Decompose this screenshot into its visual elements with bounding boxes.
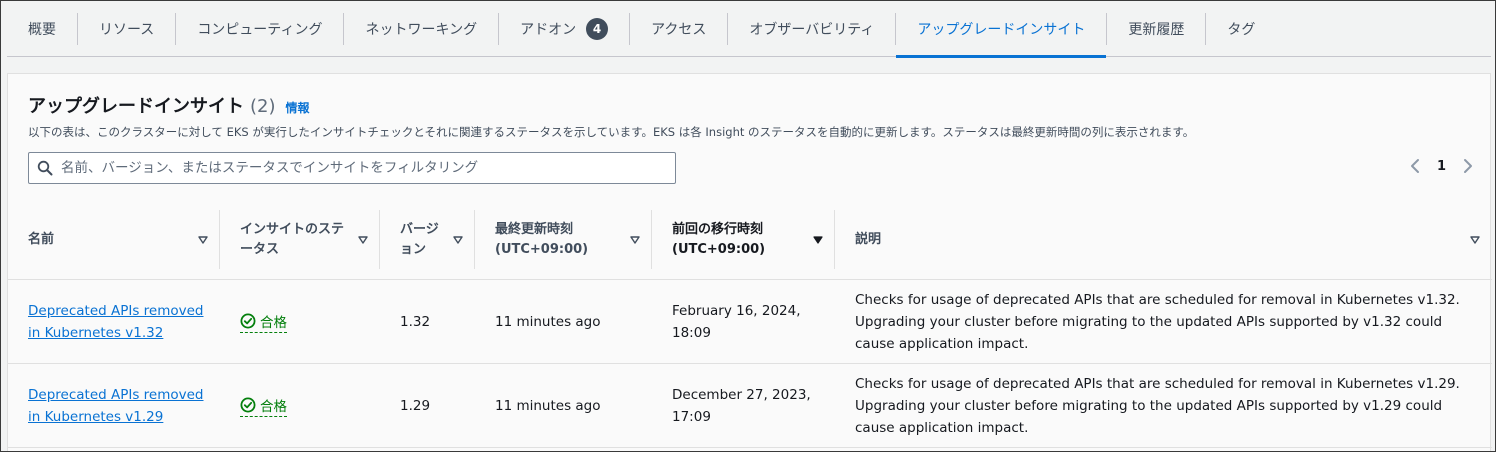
status-indicator[interactable]: 合格	[240, 311, 287, 333]
tab-tags[interactable]: タグ	[1206, 1, 1276, 57]
tab-label: ネットワーキング	[365, 21, 478, 38]
cell-last-updated: 11 minutes ago	[495, 313, 601, 330]
column-label: 前回の移行時刻 (UTC+09:00)	[672, 221, 766, 257]
cell-description: Checks for usage of deprecated APIs that…	[855, 375, 1460, 436]
tab-addons[interactable]: アドオン 4	[499, 1, 629, 57]
cell-name: Deprecated APIs removed in Kubernetes v1…	[8, 364, 220, 447]
tab-label: 更新履歴	[1128, 21, 1185, 38]
app-frame: 概要 リソース コンピューティング ネットワーキング アドオン 4 アクセス オブ…	[0, 0, 1496, 452]
insight-name-link[interactable]: Deprecated APIs removed in Kubernetes v1…	[28, 300, 208, 344]
cell-version: 1.32	[400, 313, 431, 330]
insights-table: 名前 インサイトのステータス バージョン 最終更新時刻 (UTC+09:00)	[8, 200, 1492, 448]
page-number[interactable]: 1	[1437, 159, 1446, 174]
cell-name: Deprecated APIs removed in Kubernetes v1…	[8, 280, 220, 363]
panel-title: アップグレードインサイト	[28, 96, 244, 117]
status-label: 合格	[260, 398, 287, 415]
pagination: 1	[1409, 158, 1474, 174]
status-indicator[interactable]: 合格	[240, 395, 287, 417]
insight-count: (2)	[250, 96, 276, 117]
tab-label: タグ	[1227, 21, 1256, 38]
tab-bar: 概要 リソース コンピューティング ネットワーキング アドオン 4 アクセス オブ…	[7, 1, 1491, 58]
info-link[interactable]: 情報	[286, 99, 310, 116]
check-circle-icon	[240, 397, 256, 412]
column-label: 名前	[28, 231, 55, 247]
addons-count-badge: 4	[586, 17, 609, 40]
tab-label: アドオン	[520, 21, 577, 38]
title-row: アップグレードインサイト (2) 情報	[28, 92, 1470, 118]
tab-label: コンピューティング	[197, 21, 323, 38]
tab-update-history[interactable]: 更新履歴	[1107, 1, 1205, 57]
sort-caret-icon	[358, 235, 368, 244]
tab-resources[interactable]: リソース	[78, 1, 175, 57]
status-label: 合格	[260, 314, 287, 331]
search-icon	[37, 160, 53, 176]
column-header-last-updated[interactable]: 最終更新時刻 (UTC+09:00)	[475, 200, 652, 279]
cell-status: 合格	[220, 364, 380, 447]
column-header-name[interactable]: 名前	[8, 200, 220, 279]
tab-label: リソース	[99, 21, 155, 38]
upgrade-insights-panel: アップグレードインサイト (2) 情報 以下の表は、このクラスターに対して EK…	[7, 73, 1492, 451]
column-header-last-transition[interactable]: 前回の移行時刻 (UTC+09:00)	[652, 200, 835, 279]
column-label: 最終更新時刻 (UTC+09:00)	[495, 221, 589, 257]
table-row: Deprecated APIs removed in Kubernetes v1…	[8, 364, 1492, 448]
tab-label: オブザーバビリティ	[749, 21, 875, 38]
sort-caret-icon	[1470, 235, 1480, 244]
column-label: 説明	[855, 231, 882, 247]
chevron-left-icon[interactable]	[1409, 158, 1423, 174]
cell-status: 合格	[220, 280, 380, 363]
panel-header: アップグレードインサイト (2) 情報 以下の表は、このクラスターに対して EK…	[28, 92, 1470, 140]
sort-caret-icon	[453, 235, 463, 244]
sort-descending-icon	[813, 235, 823, 244]
cell-description: Checks for usage of deprecated APIs that…	[855, 291, 1460, 352]
column-label: インサイトのステータス	[240, 221, 345, 257]
filter-box[interactable]	[28, 152, 676, 184]
tab-label: 概要	[28, 21, 56, 38]
sort-caret-icon	[198, 235, 208, 244]
cell-last-transition: December 27, 2023, 17:09	[672, 386, 811, 425]
chevron-right-icon[interactable]	[1460, 158, 1474, 174]
cell-last-transition: February 16, 2024, 18:09	[672, 302, 801, 341]
tab-observability[interactable]: オブザーバビリティ	[728, 1, 895, 57]
column-header-description[interactable]: 説明	[835, 200, 1492, 279]
panel-description: 以下の表は、このクラスターに対して EKS が実行したインサイトチェックとそれに…	[28, 125, 1195, 139]
cell-last-updated: 11 minutes ago	[495, 397, 601, 414]
filter-input[interactable]	[61, 160, 661, 176]
tab-label: アップグレードインサイト	[917, 21, 1086, 38]
column-label: バージョン	[400, 221, 439, 257]
tab-compute[interactable]: コンピューティング	[176, 1, 343, 57]
tab-label: アクセス	[651, 21, 707, 38]
insight-name-link[interactable]: Deprecated APIs removed in Kubernetes v1…	[28, 384, 208, 428]
tab-access[interactable]: アクセス	[630, 1, 727, 57]
table-row: Deprecated APIs removed in Kubernetes v1…	[8, 280, 1492, 364]
column-header-version[interactable]: バージョン	[380, 200, 475, 279]
cell-version: 1.29	[400, 397, 431, 414]
tab-overview[interactable]: 概要	[7, 1, 77, 57]
tab-upgrade-insights[interactable]: アップグレードインサイト	[896, 1, 1107, 58]
column-header-status[interactable]: インサイトのステータス	[220, 200, 380, 279]
check-circle-icon	[240, 313, 256, 328]
sort-caret-icon	[630, 235, 640, 244]
table-header: 名前 インサイトのステータス バージョン 最終更新時刻 (UTC+09:00)	[8, 200, 1492, 280]
tab-networking[interactable]: ネットワーキング	[344, 1, 498, 57]
